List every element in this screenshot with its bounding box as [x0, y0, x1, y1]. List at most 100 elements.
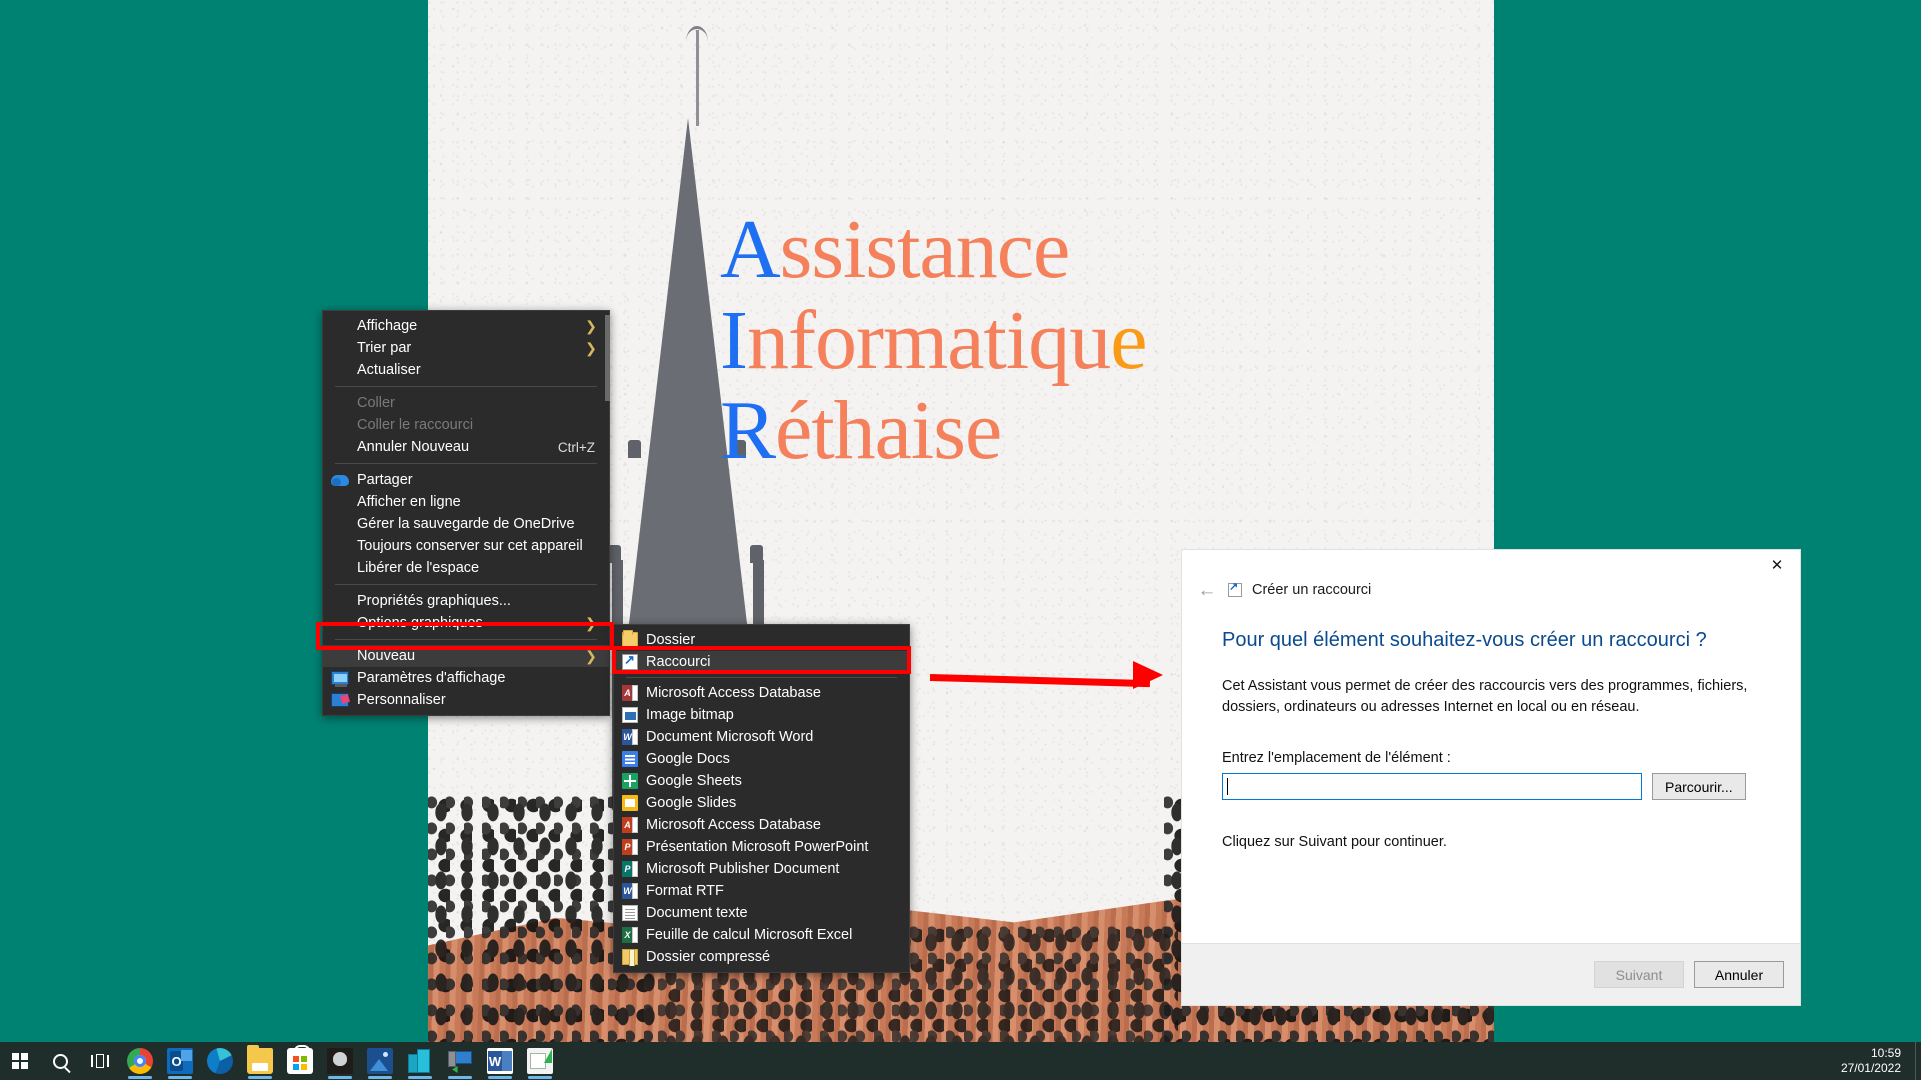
submenu-item-dossier-compresse[interactable]: Dossier compressé [614, 946, 909, 968]
context-menu-item-afficher-en-ligne[interactable]: Afficher en ligne [323, 491, 609, 513]
context-menu-item-annuler-nouveau[interactable]: Annuler Nouveau Ctrl+Z [323, 436, 609, 458]
taskbar-app-servers[interactable] [400, 1042, 440, 1080]
dialog-titlebar[interactable]: ✕ [1182, 550, 1800, 583]
running-indicator [408, 1076, 432, 1079]
context-menu-item-liberer-espace[interactable]: Libérer de l'espace [323, 557, 609, 579]
context-menu-item-partager[interactable]: Partager [323, 469, 609, 491]
clock-time: 10:59 [1870, 1046, 1901, 1060]
search-button[interactable] [40, 1042, 80, 1080]
chevron-right-icon: ❯ [585, 614, 597, 631]
dialog-footer: Suivant Annuler [1182, 943, 1800, 1005]
google-slides-icon [614, 795, 646, 811]
show-desktop-button[interactable] [1915, 1042, 1921, 1080]
wallpaper-cap-i: I [720, 293, 748, 387]
context-menu-item-toujours-conserver[interactable]: Toujours conserver sur cet appareil [323, 535, 609, 557]
submenu-item-image-bitmap[interactable]: Image bitmap [614, 704, 909, 726]
taskbar-app-file-explorer[interactable] [240, 1042, 280, 1080]
submenu-label: Document Microsoft Word [646, 729, 814, 745]
submenu-item-dossier[interactable]: Dossier [614, 629, 909, 651]
wallpaper-line-3: Réthaise [720, 386, 1420, 477]
context-menu-item-nouveau[interactable]: Nouveau ❯ [323, 645, 609, 667]
location-input[interactable] [1222, 773, 1642, 801]
submenu-item-google-docs[interactable]: Google Docs [614, 748, 909, 770]
context-menu-label: Coller le raccourci [357, 417, 474, 433]
submenu-item-format-rtf[interactable]: W Format RTF [614, 880, 909, 902]
next-button[interactable]: Suivant [1594, 961, 1684, 988]
taskbar-clock[interactable]: 10:59 27/01/2022 [1841, 1046, 1915, 1076]
context-menu-label: Nouveau [357, 648, 416, 664]
taskbar-app-word[interactable] [480, 1042, 520, 1080]
submenu-label: Microsoft Publisher Document [646, 861, 840, 877]
context-menu-item-personnaliser[interactable]: Personnaliser [323, 689, 609, 711]
submenu-item-publisher-document[interactable]: P Microsoft Publisher Document [614, 858, 909, 880]
outlook-icon [167, 1048, 193, 1074]
wallpaper-title: Assistance Informatique Réthaise [720, 203, 1420, 477]
empty-icon-slot [323, 536, 357, 556]
cancel-button[interactable]: Annuler [1694, 961, 1784, 988]
shortcut-icon [614, 652, 646, 670]
taskbar-app-outlook[interactable] [160, 1042, 200, 1080]
context-menu-item-actualiser[interactable]: Actualiser [323, 359, 609, 381]
submenu-separator [626, 677, 897, 678]
desktop[interactable]: Assistance Informatique Réthaise Afficha… [0, 0, 1921, 1042]
submenu-item-document-word[interactable]: W Document Microsoft Word [614, 726, 909, 748]
screen: Assistance Informatique Réthaise Afficha… [0, 0, 1921, 1080]
context-menu-label: Afficher en ligne [357, 494, 461, 510]
submenu-item-feuille-excel[interactable]: X Feuille de calcul Microsoft Excel [614, 924, 909, 946]
submenu-item-document-texte[interactable]: Document texte [614, 902, 909, 924]
microsoft-store-icon [287, 1045, 313, 1074]
access2-icon: A [614, 817, 646, 833]
taskbar-app-publisher[interactable] [520, 1042, 560, 1080]
dialog-note: Cliquez sur Suivant pour continuer. [1222, 834, 1447, 851]
wallpaper-cap-r: R [720, 384, 776, 478]
submenu-item-access-database-2[interactable]: A Microsoft Access Database [614, 814, 909, 836]
submenu-item-access-database[interactable]: A Microsoft Access Database [614, 682, 909, 704]
empty-icon-slot [323, 492, 357, 512]
taskbar-app-hwmonitor[interactable] [320, 1042, 360, 1080]
desktop-context-menu[interactable]: Affichage ❯ Trier par ❯ Actualiser Colle… [322, 310, 610, 716]
taskbar-app-photos[interactable] [360, 1042, 400, 1080]
edge-icon [207, 1048, 233, 1074]
wallpaper-word-assistance: ssistance [779, 203, 1071, 296]
context-menu-item-gerer-sauvegarde-onedrive[interactable]: Gérer la sauvegarde de OneDrive [323, 513, 609, 535]
context-menu-label: Options graphiques [357, 615, 483, 631]
context-menu-shortcut: Ctrl+Z [557, 439, 595, 455]
spire-finial [750, 545, 763, 563]
annotation-arrow-head [1133, 661, 1163, 689]
search-icon [52, 1053, 68, 1069]
context-menu-item-parametres-affichage[interactable]: Paramètres d'affichage [323, 667, 609, 689]
taskbar-app-microsoft-store[interactable] [280, 1042, 320, 1080]
location-field-row: Parcourir... [1222, 773, 1760, 801]
chevron-right-icon: ❯ [585, 647, 597, 664]
submenu-item-presentation-powerpoint[interactable]: P Présentation Microsoft PowerPoint [614, 836, 909, 858]
browse-button[interactable]: Parcourir... [1652, 773, 1746, 801]
close-icon[interactable]: ✕ [1754, 550, 1800, 580]
wallpaper-line-1: Assistance [720, 203, 1420, 296]
clock-date: 27/01/2022 [1840, 1061, 1901, 1075]
context-menu-item-affichage[interactable]: Affichage ❯ [323, 315, 609, 337]
start-button[interactable] [0, 1042, 40, 1080]
context-menu-label: Partager [357, 472, 413, 488]
new-item-submenu[interactable]: Dossier Raccourci A Microsoft Access Dat… [613, 624, 910, 973]
rtf-icon: W [614, 883, 646, 899]
text-document-icon [614, 905, 646, 921]
context-menu-item-coller-raccourci: Coller le raccourci [323, 414, 609, 436]
context-menu-item-options-graphiques[interactable]: Options graphiques ❯ [323, 612, 609, 634]
submenu-item-google-slides[interactable]: Google Slides [614, 792, 909, 814]
word-icon: W [614, 729, 646, 745]
context-menu-item-trier-par[interactable]: Trier par ❯ [323, 337, 609, 359]
taskbar-app-remote-desktop[interactable] [440, 1042, 480, 1080]
servers-icon [407, 1048, 433, 1074]
submenu-item-google-sheets[interactable]: Google Sheets [614, 770, 909, 792]
create-shortcut-dialog[interactable]: ✕ ← Créer un raccourci Pour quel élément… [1182, 550, 1800, 1005]
context-menu-item-proprietes-graphiques[interactable]: Propriétés graphiques... [323, 590, 609, 612]
dialog-title: Créer un raccourci [1252, 582, 1372, 598]
taskbar[interactable]: 10:59 27/01/2022 [0, 1042, 1921, 1080]
taskbar-app-chrome[interactable] [120, 1042, 160, 1080]
excel-icon: X [614, 927, 646, 943]
task-view-button[interactable] [80, 1042, 120, 1080]
running-indicator [128, 1076, 152, 1079]
personalize-icon [323, 690, 357, 710]
taskbar-app-edge[interactable] [200, 1042, 240, 1080]
submenu-item-raccourci[interactable]: Raccourci [614, 651, 909, 673]
